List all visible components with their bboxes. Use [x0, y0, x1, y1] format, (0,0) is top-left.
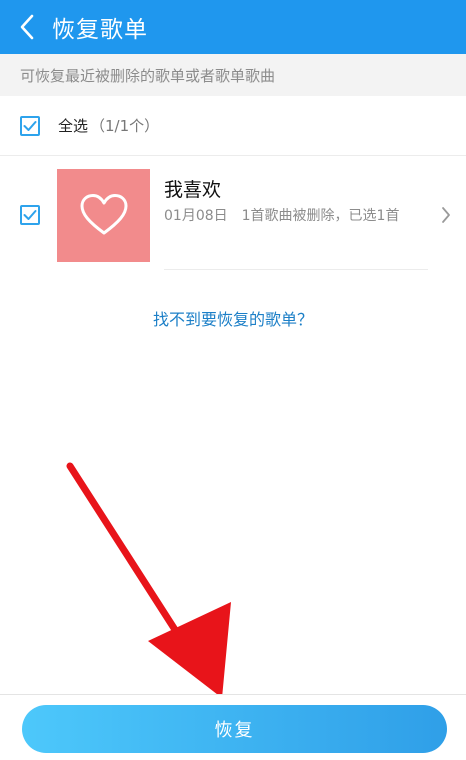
bottom-bar: 恢复	[0, 694, 466, 760]
restore-button[interactable]: 恢复	[22, 705, 447, 753]
annotation-arrow	[66, 462, 231, 698]
